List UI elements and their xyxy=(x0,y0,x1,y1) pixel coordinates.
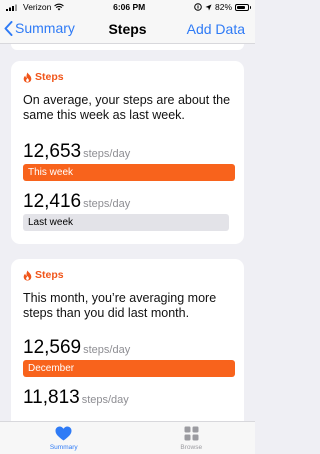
current-value: 12,569 xyxy=(23,337,82,358)
tab-browse[interactable]: Browse xyxy=(151,422,231,454)
previous-period-label: Last week xyxy=(28,217,74,228)
current-period-label: This week xyxy=(28,167,74,178)
alarm-arrow-icon xyxy=(205,4,212,10)
navigation-bar: Summary Steps Add Data xyxy=(0,14,255,44)
steps-weekly-card[interactable]: Steps On average, your steps are about t… xyxy=(11,61,244,244)
tab-browse-label: Browse xyxy=(180,444,203,451)
carrier-name: Verizon xyxy=(23,2,52,12)
previous-unit: steps/day xyxy=(81,394,129,406)
location-icon xyxy=(194,3,202,11)
battery-percent: 82% xyxy=(214,2,232,12)
status-time: 6:06 PM xyxy=(113,2,146,12)
tab-bar: Summary Browse xyxy=(0,421,255,454)
flame-icon xyxy=(23,270,32,280)
previous-stat: 12,416 steps/day xyxy=(23,191,232,213)
current-period-label: December xyxy=(28,363,75,374)
status-right: 82% xyxy=(194,2,251,12)
previous-card-bottom xyxy=(11,44,244,50)
tab-summary-label: Summary xyxy=(49,444,78,451)
previous-unit: steps/day xyxy=(83,198,131,210)
current-period-bar: December xyxy=(23,360,235,377)
steps-monthly-card[interactable]: Steps This month, you’re averaging more … xyxy=(11,259,244,421)
wifi-icon xyxy=(54,3,65,11)
current-unit: steps/day xyxy=(83,344,131,356)
card-header: Steps xyxy=(23,71,232,83)
current-stat: 12,653 steps/day xyxy=(23,141,232,163)
previous-value: 11,813 xyxy=(23,387,80,408)
grid-icon xyxy=(184,426,199,441)
current-stat: 12,569 steps/day xyxy=(23,337,232,359)
status-bar: Verizon 6:06 PM 82% xyxy=(0,0,255,14)
card-category: Steps xyxy=(35,269,64,281)
add-data-button[interactable]: Add Data xyxy=(187,21,245,37)
current-period-bar: This week xyxy=(23,164,235,181)
previous-value: 12,416 xyxy=(23,191,82,212)
card-headline: This month, you’re averaging more steps … xyxy=(23,291,217,320)
signal-icon xyxy=(6,4,17,11)
card-header: Steps xyxy=(23,269,232,281)
previous-stat: 11,813 steps/day xyxy=(23,387,232,409)
tab-summary[interactable]: Summary xyxy=(24,422,104,454)
battery-icon xyxy=(235,3,251,11)
heart-icon xyxy=(55,426,72,441)
previous-period-bar: Last week xyxy=(23,214,229,231)
card-category: Steps xyxy=(35,71,64,83)
flame-icon xyxy=(23,72,32,82)
current-unit: steps/day xyxy=(83,148,131,160)
card-headline: On average, your steps are about the sam… xyxy=(23,93,231,122)
battery-fill xyxy=(237,5,246,9)
status-left: Verizon xyxy=(6,2,65,12)
current-value: 12,653 xyxy=(23,141,82,162)
